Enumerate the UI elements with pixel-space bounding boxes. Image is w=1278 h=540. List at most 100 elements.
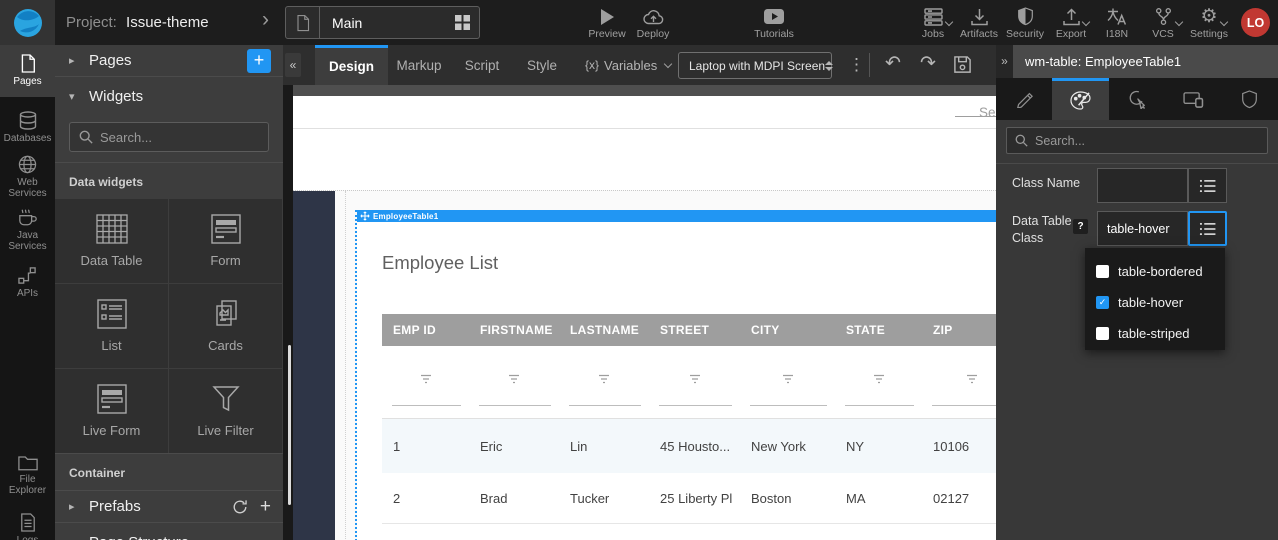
filter-icon[interactable]	[872, 374, 885, 385]
column-header[interactable]: CITY	[740, 314, 835, 346]
tab-events[interactable]	[1109, 78, 1165, 120]
table-row[interactable]: 2 Brad Tucker 25 Liberty Pl Boston MA 02…	[382, 473, 996, 524]
widget-tile-live-filter[interactable]: Live Filter	[169, 369, 282, 453]
wavemaker-logo[interactable]	[0, 0, 55, 45]
filter-input[interactable]	[659, 405, 732, 406]
export-button[interactable]: Export	[1048, 6, 1094, 44]
tab-markup[interactable]: Markup	[388, 45, 450, 85]
page-structure-section-header[interactable]: ▸ Page Structure	[55, 523, 283, 540]
filter-input[interactable]	[932, 405, 996, 406]
chevron-down-icon	[1081, 18, 1089, 26]
column-header[interactable]: EMP ID	[382, 314, 469, 346]
tab-styles[interactable]	[1052, 78, 1108, 120]
column-header[interactable]: FIRSTNAME	[469, 314, 559, 346]
refresh-icon[interactable]	[232, 499, 248, 515]
column-header[interactable]: ZIP	[922, 314, 996, 346]
dropdown-option-table-striped[interactable]: table-striped	[1085, 318, 1225, 349]
tutorials-button[interactable]: Tutorials	[748, 6, 800, 44]
preview-app-header: Search	[293, 96, 996, 129]
class-name-input[interactable]	[1097, 168, 1188, 203]
save-button[interactable]	[953, 55, 972, 74]
widget-tile-list[interactable]: List	[55, 284, 168, 368]
add-page-button[interactable]: +	[247, 49, 271, 73]
widget-tile-form[interactable]: Form	[169, 199, 282, 283]
chevron-right-icon[interactable]: ›	[262, 8, 269, 32]
checkbox-unchecked[interactable]	[1096, 265, 1109, 278]
prefabs-section-header[interactable]: ▸ Prefabs +	[55, 490, 283, 523]
class-name-list-button[interactable]	[1188, 168, 1227, 203]
collapse-left-panel-button[interactable]: «	[285, 53, 301, 77]
preview-button[interactable]: Preview	[584, 6, 630, 44]
user-avatar[interactable]: LO	[1241, 8, 1270, 37]
expand-panel-button[interactable]: »	[996, 45, 1013, 78]
filter-input[interactable]	[845, 405, 914, 406]
column-header[interactable]: STREET	[649, 314, 740, 346]
filter-icon[interactable]	[781, 374, 794, 385]
checkbox-unchecked[interactable]	[1096, 327, 1109, 340]
tab-design[interactable]: Design	[315, 45, 388, 85]
download-icon	[971, 8, 988, 26]
rail-item-pages[interactable]: Pages	[0, 45, 55, 97]
checkbox-checked[interactable]: ✓	[1096, 296, 1109, 309]
dropdown-option-table-bordered[interactable]: table-bordered	[1085, 256, 1225, 287]
widgets-search[interactable]	[69, 122, 269, 152]
properties-tabs	[996, 78, 1278, 120]
rail-item-logs[interactable]: Logs	[0, 505, 55, 540]
filter-icon[interactable]	[419, 374, 432, 385]
properties-search-input[interactable]	[1035, 134, 1245, 148]
data-table-class-list-button[interactable]	[1188, 211, 1227, 246]
jobs-button[interactable]: Jobs	[910, 6, 956, 44]
column-header[interactable]: STATE	[835, 314, 922, 346]
artifacts-button[interactable]: Artifacts	[956, 6, 1002, 44]
table-row[interactable]: 1 Eric Lin 45 Housto... New York NY 1010…	[382, 419, 996, 473]
widget-tile-data-table[interactable]: Data Table	[55, 199, 168, 283]
data-table-class-input[interactable]	[1097, 211, 1188, 246]
page-tab-main[interactable]: Main	[285, 6, 480, 39]
undo-button[interactable]: ↶	[885, 45, 901, 85]
rail-item-apis[interactable]: APIs	[0, 258, 55, 308]
filter-input[interactable]	[479, 405, 551, 406]
employee-table-widget[interactable]: EmployeeTable1 Employee List EMP ID FIRS…	[355, 210, 996, 540]
rail-item-web-services[interactable]: Web Services	[0, 152, 55, 202]
widgets-search-input[interactable]	[100, 130, 260, 145]
filter-icon[interactable]	[508, 374, 521, 385]
pages-section-header[interactable]: ▸ Pages +	[55, 45, 283, 77]
more-options-button[interactable]: ⋮	[848, 45, 865, 85]
tab-security[interactable]	[1222, 78, 1278, 120]
variables-button[interactable]: {x} Variables	[585, 45, 671, 85]
settings-button[interactable]: ⚙ Settings	[1186, 6, 1232, 44]
device-selector[interactable]: Laptop with MDPI Screen	[678, 52, 832, 79]
filter-icon[interactable]	[688, 374, 701, 385]
deploy-button[interactable]: Deploy	[630, 6, 676, 44]
widgets-section-header[interactable]: ▾ Widgets	[55, 77, 283, 115]
filter-input[interactable]	[750, 405, 827, 406]
tab-properties[interactable]	[996, 78, 1052, 120]
tab-script[interactable]: Script	[450, 45, 514, 85]
filter-icon[interactable]	[598, 374, 611, 385]
form-icon	[211, 214, 241, 244]
left-panel-scrollbar[interactable]	[288, 345, 291, 505]
widget-selection-label[interactable]: EmployeeTable1	[357, 210, 996, 222]
filter-icon[interactable]	[966, 374, 979, 385]
vcs-button[interactable]: VCS	[1140, 6, 1186, 44]
rail-item-databases[interactable]: Databases	[0, 103, 55, 153]
rail-item-java-services[interactable]: Java Services	[0, 205, 55, 255]
add-prefab-button[interactable]: +	[260, 496, 271, 518]
security-button[interactable]: Security	[1002, 6, 1048, 44]
widget-tile-cards[interactable]: Cards	[169, 284, 282, 368]
preview-search-label[interactable]: Search	[979, 96, 996, 129]
properties-search[interactable]	[1006, 127, 1268, 154]
tab-devices[interactable]	[1165, 78, 1221, 120]
rail-item-file-explorer[interactable]: File Explorer	[0, 450, 55, 500]
widget-tile-live-form[interactable]: Live Form	[55, 369, 168, 453]
redo-button[interactable]: ↷	[920, 45, 936, 85]
i18n-button[interactable]: I18N	[1094, 6, 1140, 44]
pages-grid-icon[interactable]	[455, 15, 470, 30]
tab-style[interactable]: Style	[514, 45, 570, 85]
column-header[interactable]: LASTNAME	[559, 314, 649, 346]
filter-input[interactable]	[569, 405, 641, 406]
variables-icon: {x}	[585, 58, 599, 72]
help-badge[interactable]: ?	[1073, 219, 1088, 234]
filter-input[interactable]	[392, 405, 461, 406]
dropdown-option-table-hover[interactable]: ✓ table-hover	[1085, 287, 1225, 318]
